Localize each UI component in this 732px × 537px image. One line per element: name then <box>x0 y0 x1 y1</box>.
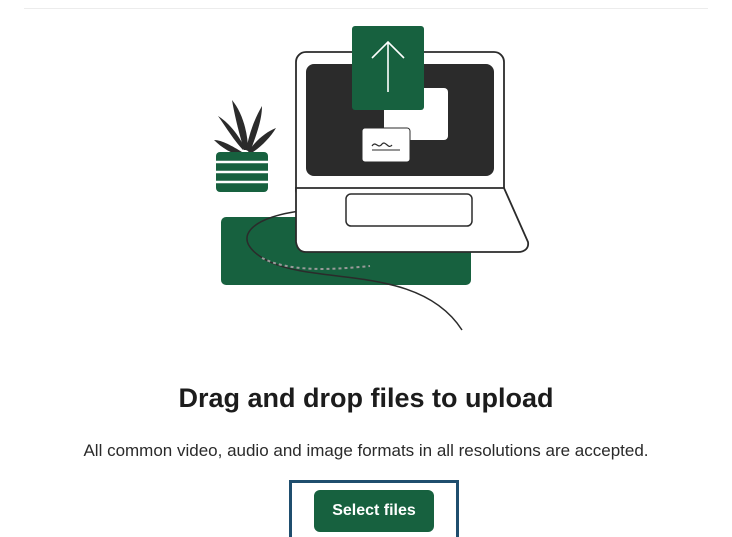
plant-pot <box>216 152 268 192</box>
laptop-trackpad <box>345 193 473 227</box>
upload-title: Drag and drop files to upload <box>178 383 554 413</box>
file-card-front <box>361 127 411 163</box>
upload-subtitle: All common video, audio and image format… <box>83 441 649 460</box>
upload-dropzone[interactable]: Drag and drop files to upload All common… <box>0 0 732 537</box>
select-files-button[interactable]: Select files <box>314 490 434 532</box>
plant-icon <box>214 100 276 156</box>
laptop-upload-illustration-icon <box>214 26 530 331</box>
